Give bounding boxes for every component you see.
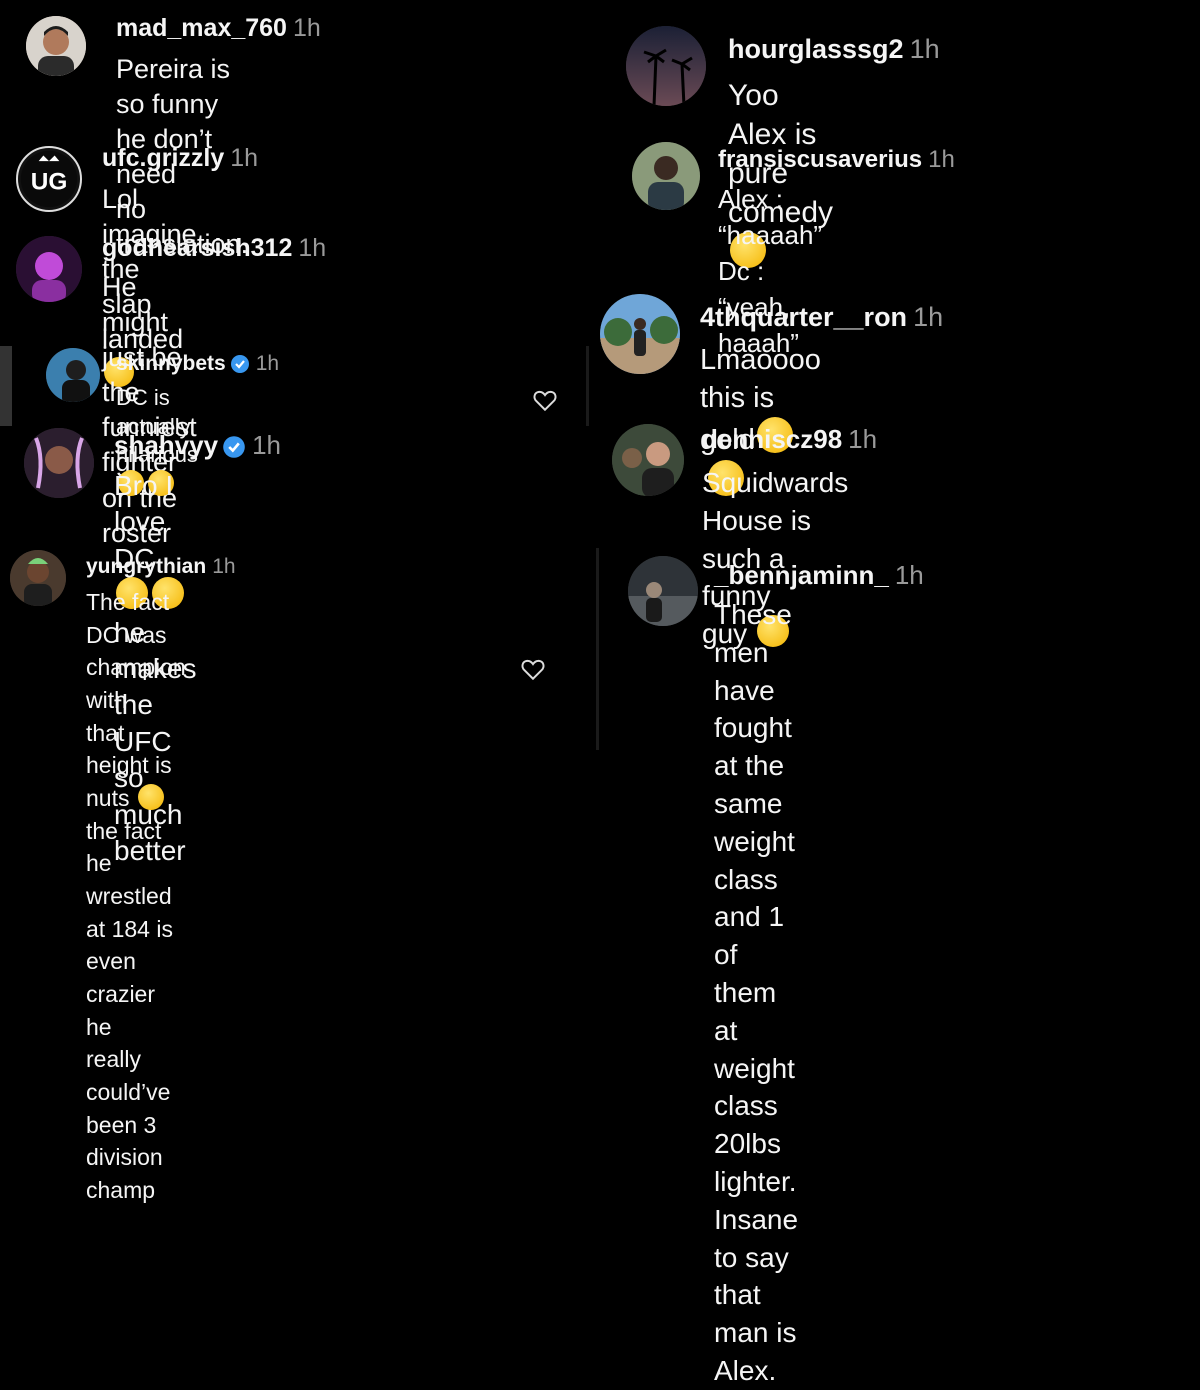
username-text[interactable]: skinnybets (116, 352, 226, 375)
username-text[interactable]: godhearsish312 (102, 234, 292, 262)
comment-line: the fact he (86, 817, 162, 877)
username[interactable]: denniscz98 1h (702, 424, 877, 455)
username-text[interactable]: shahvyy (114, 430, 218, 460)
column-divider (586, 346, 589, 426)
avatar[interactable] (626, 26, 706, 106)
comment-line: same weight class and 1 of them (714, 787, 795, 1008)
timestamp: 1h (848, 424, 878, 454)
comment-line: Alex : “haaaah” (718, 184, 823, 250)
username-text[interactable]: fransiscusaverius (718, 146, 922, 173)
username-text[interactable]: mad_max_760 (116, 14, 287, 42)
avatar[interactable] (26, 16, 86, 76)
avatar[interactable] (628, 556, 698, 626)
column-divider (596, 548, 599, 750)
username[interactable]: 4thquarter__ron 1h (700, 302, 943, 333)
username[interactable]: fransiscusaverius 1h (718, 146, 955, 174)
heart-outline-icon[interactable] (520, 656, 546, 682)
username-text[interactable]: ufc.grizzly (102, 144, 224, 172)
comment-text: The fact DC was champion with that heigh… (86, 586, 186, 1206)
avatar[interactable] (46, 348, 100, 402)
comment-line: really could’ve been 3 division (86, 1046, 171, 1171)
comment-line: These men have fought at the (714, 599, 792, 782)
verified-badge-icon (223, 436, 245, 458)
loudly-crying-face-icon (137, 783, 164, 810)
username[interactable]: hourglasssg2 1h (728, 34, 940, 65)
comment-line: The fact DC was champion with (86, 589, 186, 713)
timestamp: 1h (909, 34, 940, 64)
timestamp: 1h (913, 302, 944, 332)
username[interactable]: yungrythian 1h (86, 555, 236, 579)
username-text[interactable]: _bennjaminn_ (714, 560, 889, 590)
comment-text: These men have fought at the same weight… (714, 596, 798, 1390)
avatar[interactable] (632, 142, 700, 210)
username[interactable]: _bennjaminn_ 1h (714, 560, 924, 591)
left-edge-bar (0, 346, 12, 426)
timestamp: 1h (230, 144, 259, 172)
avatar[interactable] (10, 550, 66, 606)
avatar[interactable] (24, 428, 94, 498)
timestamp: 1h (212, 555, 236, 578)
timestamp: 1h (255, 352, 280, 375)
comment-line: Insane to say that man is Alex. (714, 1203, 799, 1386)
username[interactable]: skinnybets 1h (116, 352, 279, 376)
avatar[interactable] (612, 424, 684, 496)
heart-outline-icon[interactable] (532, 387, 558, 413)
comment-line: at weight class 20lbs lighter. (714, 1014, 797, 1197)
timestamp: 1h (298, 234, 327, 262)
username[interactable]: shahvyy 1h (114, 430, 281, 461)
timestamp: 1h (292, 14, 321, 42)
comment-line: champ (86, 1176, 156, 1203)
username-text[interactable]: 4thquarter__ron (700, 302, 907, 332)
username-text[interactable]: denniscz98 (702, 424, 842, 454)
comment-line: wrestled at 184 is even crazier he (86, 882, 173, 1040)
username[interactable]: ufc.grizzly 1h (102, 144, 258, 173)
avatar[interactable] (16, 236, 82, 302)
comment-line: Squidwards House is such a funny (702, 467, 849, 612)
timestamp: 1h (252, 430, 281, 460)
username[interactable]: godhearsish312 1h (102, 234, 326, 263)
avatar[interactable] (600, 294, 680, 374)
avatar[interactable]: UG (16, 146, 82, 212)
username[interactable]: mad_max_760 1h (116, 14, 321, 43)
username-text[interactable]: yungrythian (86, 555, 206, 578)
timestamp: 1h (894, 560, 924, 590)
username-text[interactable]: hourglasssg2 (728, 34, 904, 64)
svg-text:UG: UG (31, 168, 68, 195)
timestamp: 1h (928, 146, 955, 173)
verified-badge-icon (230, 355, 249, 374)
comment-text: Alex : “haaaah” Dc : “yeah, haaah” (718, 182, 822, 361)
